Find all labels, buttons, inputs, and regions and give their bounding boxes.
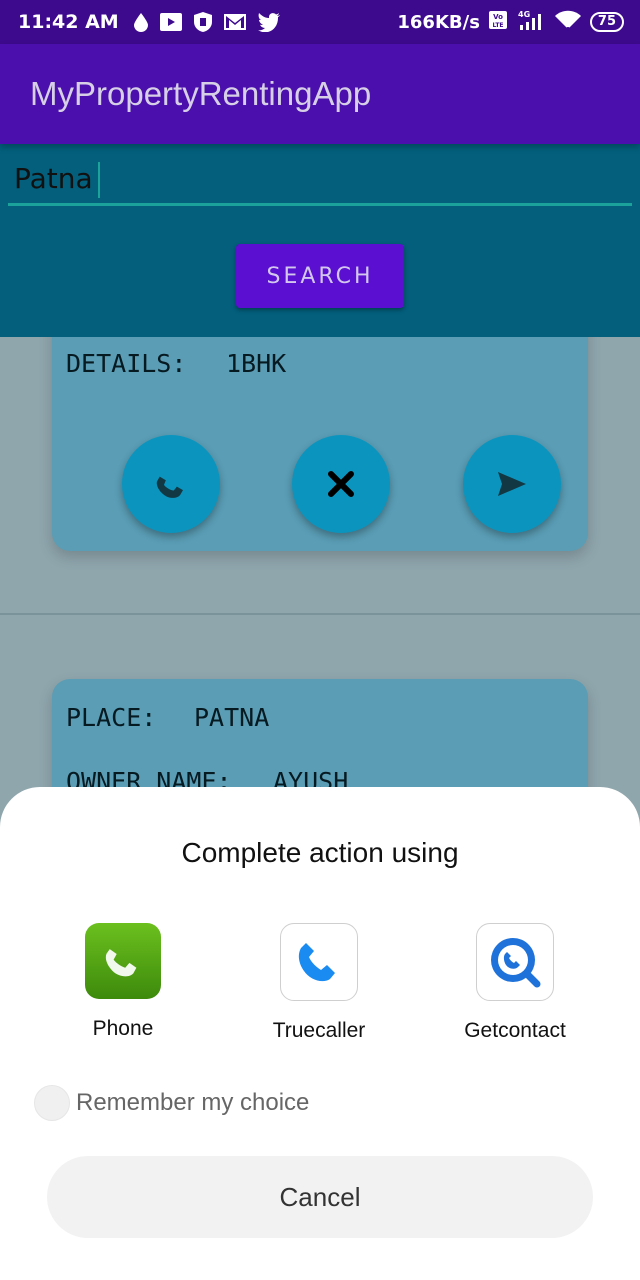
details-value: 1BHK (226, 349, 287, 378)
notification-icons (133, 11, 281, 33)
network-speed: 166KB/s (397, 11, 480, 33)
video-icon (159, 11, 183, 33)
app-bar: MyPropertyRentingApp (0, 44, 640, 144)
app-option-truecaller[interactable]: Truecaller (244, 923, 394, 1043)
shield-icon (193, 11, 213, 33)
search-button[interactable]: SEARCH (236, 244, 404, 308)
getcontact-icon (476, 923, 554, 1001)
place-value: PATNA (194, 703, 270, 732)
phone-icon (156, 476, 183, 498)
send-icon (498, 472, 526, 496)
phone-app-icon (85, 923, 161, 999)
chooser-title: Complete action using (181, 837, 459, 868)
app-option-getcontact[interactable]: Getcontact (440, 923, 590, 1043)
volte-icon: Vo LTE (488, 10, 508, 35)
search-panel: SEARCH (0, 144, 640, 337)
svg-text:Vo: Vo (493, 13, 503, 21)
remember-label: Remember my choice (76, 1089, 310, 1116)
search-input[interactable] (8, 154, 632, 206)
twitter-icon (257, 12, 281, 32)
send-button[interactable] (463, 435, 561, 533)
remember-radio[interactable] (34, 1085, 70, 1121)
app-label-phone: Phone (92, 1017, 154, 1040)
listing-card: DETAILS: 1BHK (52, 337, 588, 551)
app-title: MyPropertyRentingApp (30, 75, 372, 112)
cancel-button[interactable]: Cancel (47, 1156, 593, 1238)
network-type: 4G (518, 10, 530, 19)
text-cursor (98, 162, 100, 198)
status-time: 11:42 AM (18, 11, 119, 33)
details-label: DETAILS: (66, 349, 187, 378)
close-icon (328, 471, 354, 497)
gmail-icon (223, 12, 247, 32)
drop-icon (133, 12, 149, 32)
list-divider (0, 613, 640, 615)
delete-button[interactable] (292, 435, 390, 533)
app-chooser-sheet: Complete action using Phone Truecaller G… (0, 787, 640, 1280)
app-label-truecaller: Truecaller (272, 1019, 366, 1042)
svg-text:LTE: LTE (492, 22, 503, 29)
app-label-getcontact: Getcontact (464, 1019, 566, 1042)
battery-icon: 75 (589, 12, 624, 32)
wifi-icon (554, 9, 582, 36)
signal-icon: 4G (516, 9, 546, 36)
place-label: PLACE: (66, 703, 157, 732)
status-bar: 11:42 AM 166KB/s Vo LTE 4G 75 (0, 0, 640, 44)
call-button[interactable] (122, 435, 220, 533)
remember-choice-row[interactable]: Remember my choice (34, 1085, 309, 1121)
status-right: 166KB/s Vo LTE 4G 75 (397, 0, 624, 44)
app-option-phone[interactable]: Phone (48, 923, 198, 1041)
truecaller-icon (280, 923, 358, 1001)
